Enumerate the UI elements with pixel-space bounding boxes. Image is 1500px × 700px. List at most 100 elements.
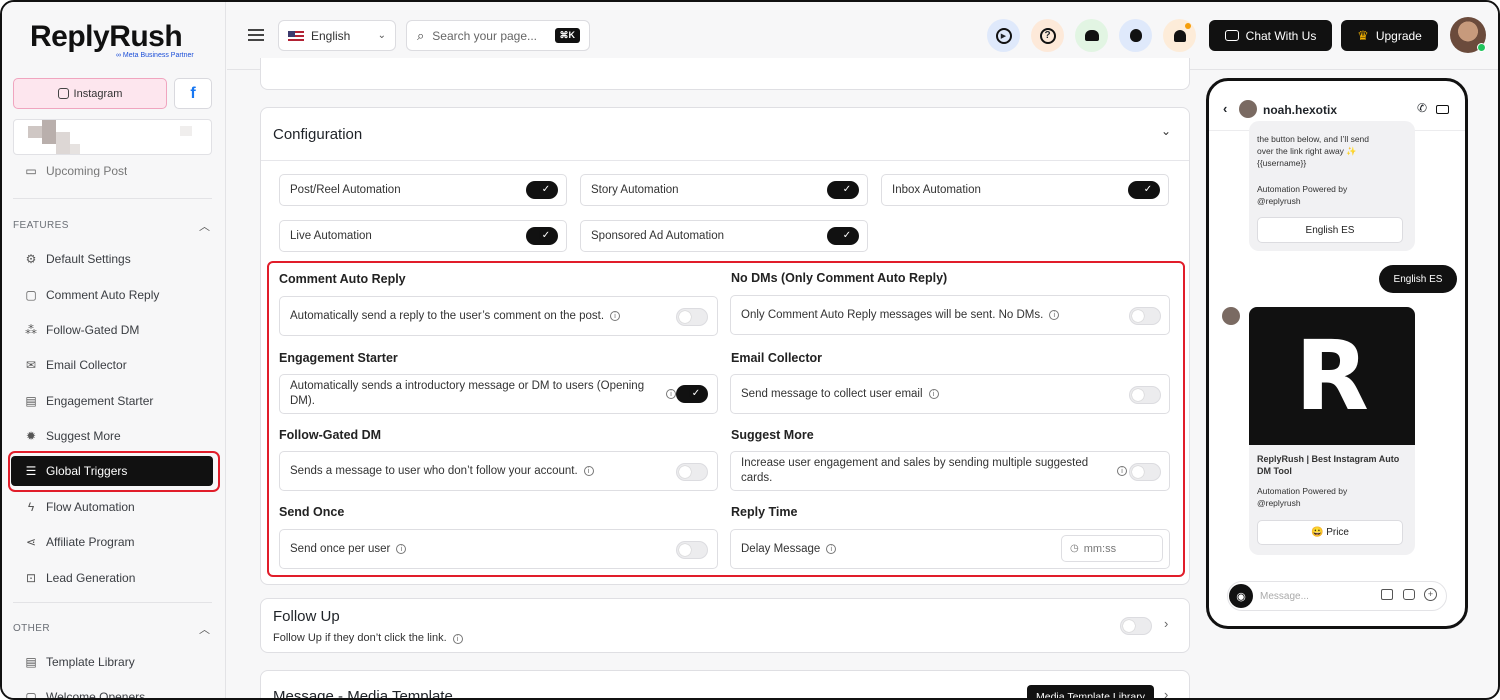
toggle-switch[interactable] bbox=[1129, 463, 1161, 481]
back-icon[interactable]: ‹ bbox=[1223, 101, 1227, 116]
info-icon[interactable]: i bbox=[1049, 310, 1060, 320]
live-automation-toggle[interactable]: Live Automation bbox=[279, 220, 567, 252]
price-button[interactable]: 😀 Price bbox=[1257, 520, 1403, 545]
sidebar-item-email-collector[interactable]: ✉ Email Collector bbox=[24, 354, 127, 376]
engagement-icon: ▤ bbox=[25, 394, 37, 408]
powered-by-handle: @replyrush bbox=[1257, 196, 1301, 206]
info-icon[interactable]: i bbox=[583, 466, 594, 476]
sidebar-item-flow-automation[interactable]: ϟ Flow Automation bbox=[24, 496, 135, 518]
suggest-more-option[interactable]: Increase user engagement and sales by se… bbox=[730, 451, 1170, 491]
send-once-option[interactable]: Send once per user i bbox=[279, 529, 718, 569]
add-icon[interactable]: + bbox=[1424, 588, 1437, 601]
engagement-starter-option[interactable]: Automatically sends a introductory messa… bbox=[279, 374, 718, 414]
account-selector[interactable] bbox=[13, 119, 212, 155]
sidebar-item-lead-generation[interactable]: ⊡ Lead Generation bbox=[24, 567, 135, 589]
chevron-right-icon[interactable]: › bbox=[1164, 616, 1168, 631]
toggle-switch[interactable] bbox=[1129, 386, 1161, 404]
play-icon[interactable]: ▶ bbox=[987, 19, 1020, 52]
android-icon[interactable] bbox=[1075, 19, 1108, 52]
toggle-label: Inbox Automation bbox=[892, 184, 981, 196]
user-avatar[interactable] bbox=[1450, 17, 1486, 53]
post-reel-automation-toggle[interactable]: Post/Reel Automation bbox=[279, 174, 567, 206]
sidebar-item-global-triggers[interactable]: ☰ Global Triggers bbox=[24, 460, 128, 482]
pixelated-avatar-part bbox=[180, 126, 192, 136]
language-select[interactable]: English ⌄ bbox=[278, 20, 396, 51]
info-icon[interactable]: i bbox=[666, 389, 676, 399]
info-icon[interactable]: i bbox=[452, 634, 463, 644]
media-template-title: Message - Media Template bbox=[273, 688, 453, 700]
chevron-up-icon[interactable]: ︿ bbox=[199, 218, 210, 234]
gallery-icon[interactable] bbox=[1381, 589, 1393, 600]
help-icon[interactable]: ? bbox=[1031, 19, 1064, 52]
instagram-account-button[interactable]: Instagram bbox=[13, 78, 167, 109]
story-automation-toggle[interactable]: Story Automation bbox=[580, 174, 868, 206]
sidebar-item-welcome-openers[interactable]: ▢ Welcome Openers bbox=[24, 686, 145, 698]
us-flag-icon bbox=[288, 30, 304, 41]
search-input[interactable]: ⌕ Search your page... ⌘K bbox=[406, 20, 590, 51]
toggle-switch[interactable] bbox=[676, 308, 708, 326]
phone-icon[interactable]: ✆ bbox=[1417, 101, 1427, 115]
chat-with-us-button[interactable]: Chat With Us bbox=[1209, 20, 1332, 51]
option-desc: Automatically sends a introductory messa… bbox=[290, 380, 645, 407]
configuration-header[interactable] bbox=[261, 108, 1189, 161]
toggle-switch[interactable] bbox=[676, 463, 708, 481]
option-title: Engagement Starter bbox=[279, 351, 398, 365]
inbox-automation-toggle[interactable]: Inbox Automation bbox=[881, 174, 1169, 206]
toggle-switch[interactable] bbox=[676, 385, 708, 403]
previous-section-card bbox=[260, 58, 1190, 90]
follow-up-card[interactable]: Follow Up Follow Up if they don’t click … bbox=[260, 598, 1190, 653]
media-template-library-button[interactable]: Media Template Library bbox=[1027, 685, 1154, 698]
share-icon: ⋖ bbox=[25, 535, 37, 549]
sidebar-item-partial[interactable]: ▭ Upcoming Post bbox=[24, 165, 127, 177]
follow-gated-dm-option[interactable]: Sends a message to user who don’t follow… bbox=[279, 451, 718, 491]
language-label: English bbox=[311, 28, 351, 43]
video-icon[interactable] bbox=[1436, 105, 1449, 114]
email-collector-option[interactable]: Send message to collect user email i bbox=[730, 374, 1170, 414]
toggle-switch[interactable] bbox=[827, 227, 859, 245]
toggle-switch[interactable] bbox=[526, 181, 558, 199]
toggle-switch[interactable] bbox=[526, 227, 558, 245]
toggle-switch[interactable] bbox=[1129, 307, 1161, 325]
toggle-switch[interactable] bbox=[1120, 617, 1152, 635]
sidebar-item-template-library[interactable]: ▤ Template Library bbox=[24, 651, 134, 673]
info-icon[interactable]: i bbox=[1117, 466, 1127, 476]
follow-up-title: Follow Up bbox=[273, 608, 340, 625]
shortcut-badge: ⌘K bbox=[554, 28, 580, 43]
media-template-card[interactable]: Message - Media Template Media Template … bbox=[260, 670, 1190, 700]
delay-time-input[interactable]: ◷ mm:ss bbox=[1061, 535, 1163, 562]
menu-icon[interactable] bbox=[248, 29, 264, 41]
facebook-account-button[interactable]: f bbox=[174, 78, 212, 109]
bell-icon[interactable] bbox=[1163, 19, 1196, 52]
sponsored-ad-automation-toggle[interactable]: Sponsored Ad Automation bbox=[580, 220, 868, 252]
upgrade-button[interactable]: ♛ Upgrade bbox=[1341, 20, 1438, 51]
info-icon[interactable]: i bbox=[826, 544, 837, 554]
no-dms-option[interactable]: Only Comment Auto Reply messages will be… bbox=[730, 295, 1170, 335]
info-icon[interactable]: i bbox=[928, 389, 939, 399]
apple-icon[interactable] bbox=[1119, 19, 1152, 52]
sidebar-item-engagement-starter[interactable]: ▤ Engagement Starter bbox=[24, 390, 153, 412]
camera-icon[interactable]: ◉ bbox=[1229, 584, 1253, 608]
option-desc: Delay Message bbox=[741, 543, 821, 555]
chevron-right-icon[interactable]: › bbox=[1164, 687, 1168, 698]
sticker-icon[interactable] bbox=[1403, 589, 1415, 600]
facebook-icon: f bbox=[190, 84, 196, 102]
sidebar-item-default-settings[interactable]: ⚙ Default Settings bbox=[24, 248, 131, 270]
chevron-up-icon[interactable]: ︿ bbox=[199, 621, 210, 637]
sidebar-item-affiliate-program[interactable]: ⋖ Affiliate Program bbox=[24, 531, 135, 553]
english-es-button[interactable]: English ES bbox=[1257, 217, 1403, 243]
sidebar-item-suggest-more[interactable]: ✹ Suggest More bbox=[24, 425, 121, 447]
sidebar-item-label: Upcoming Post bbox=[46, 165, 128, 177]
sidebar-item-comment-auto-reply[interactable]: ▢ Comment Auto Reply bbox=[24, 284, 159, 306]
info-icon[interactable]: i bbox=[610, 311, 621, 321]
chevron-down-icon[interactable]: ⌄ bbox=[1161, 124, 1171, 138]
info-icon[interactable]: i bbox=[396, 544, 407, 554]
toggle-switch[interactable] bbox=[1128, 181, 1160, 199]
sidebar-item-follow-gated-dm[interactable]: ⁂ Follow-Gated DM bbox=[24, 319, 139, 341]
sidebar-item-label: Global Triggers bbox=[46, 464, 128, 478]
powered-by-handle: @replyrush bbox=[1257, 498, 1301, 508]
template-icon: ▤ bbox=[25, 655, 37, 669]
comment-auto-reply-option[interactable]: Automatically send a reply to the user’s… bbox=[279, 296, 718, 336]
powered-by-text: Automation Powered by bbox=[1257, 184, 1348, 194]
toggle-switch[interactable] bbox=[827, 181, 859, 199]
toggle-switch[interactable] bbox=[676, 541, 708, 559]
